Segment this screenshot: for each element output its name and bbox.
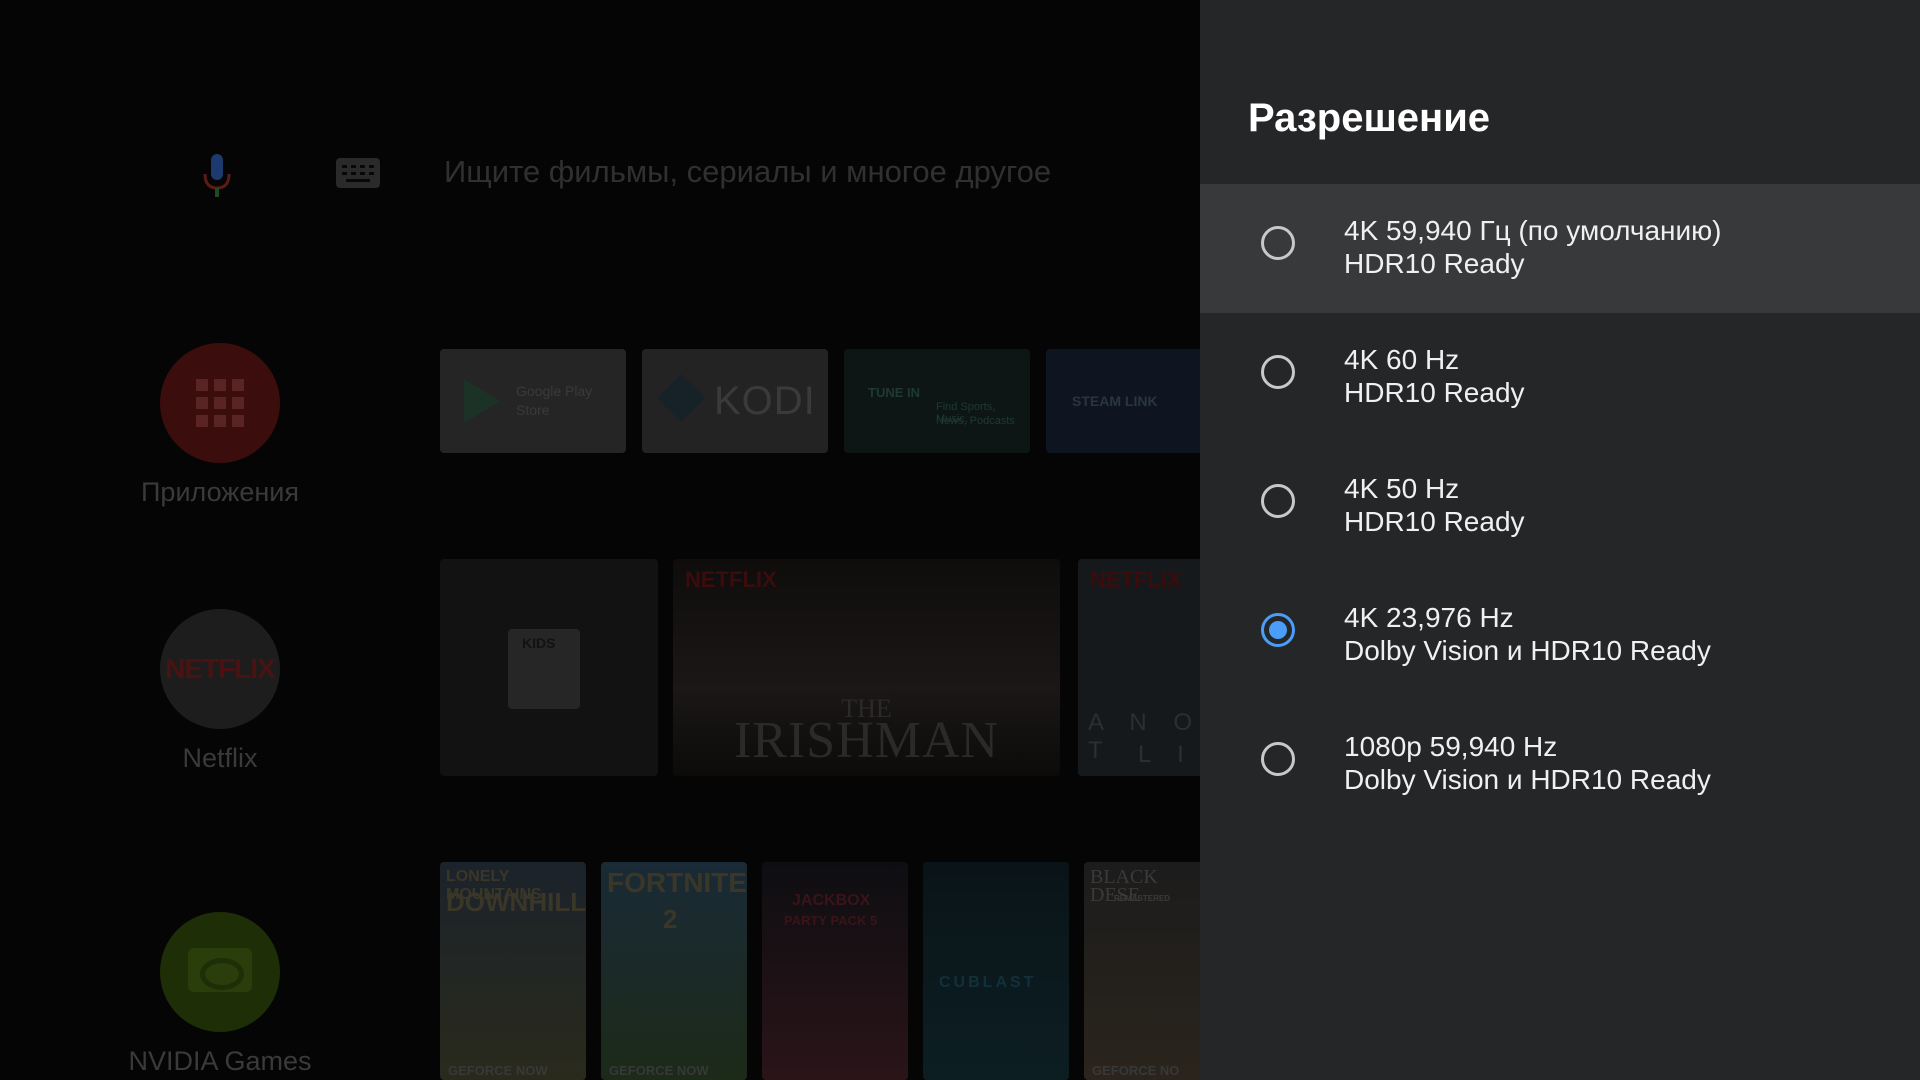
radio-button-icon[interactable] [1261, 613, 1295, 647]
option-primary-text: 4K 50 Hz [1344, 473, 1460, 504]
sidebar-item-label: NVIDIA Games [128, 1046, 312, 1076]
game-tile-black-desert[interactable]: BLACK DESE REMASTERED GEFORCE NO [1084, 862, 1200, 1080]
steam-logo-text: STEAM LINK [1072, 393, 1158, 409]
option-primary-text: 1080p 59,940 Hz [1344, 731, 1558, 762]
option-secondary-text: Dolby Vision и HDR10 Ready [1344, 635, 1711, 666]
nvidia-icon [160, 912, 280, 1032]
resolution-option[interactable]: 1080p 59,940 Hz Dolby Vision и HDR10 Rea… [1200, 700, 1920, 829]
option-secondary-text: HDR10 Ready [1344, 377, 1525, 408]
sidebar-item-label: Netflix [182, 743, 258, 773]
option-secondary-text: HDR10 Ready [1344, 248, 1525, 279]
option-secondary-text: HDR10 Ready [1344, 506, 1525, 537]
app-tile-steam-link[interactable]: STEAM LINK [1046, 349, 1200, 453]
netflix-logo-text: NETFLIX [165, 653, 276, 684]
movie-title: IRISHMAN [733, 712, 1000, 769]
geforce-now-badge: GEFORCE NOW [609, 1063, 709, 1078]
movie-tile-irishman[interactable]: NETFLIX THE IRISHMAN [673, 559, 1060, 776]
geforce-now-badge: GEFORCE NOW [448, 1063, 548, 1078]
microphone-icon[interactable] [202, 154, 232, 198]
resolution-option[interactable]: 4K 23,976 Hz Dolby Vision и HDR10 Ready [1200, 571, 1920, 700]
movie-title: L I [1138, 741, 1194, 768]
game-title: JACKBOX [792, 892, 871, 909]
resolution-settings-panel: Разрешение 4K 59,940 Гц (по умолчанию) H… [1200, 0, 1920, 1080]
option-secondary-text: Dolby Vision и HDR10 Ready [1344, 764, 1711, 795]
apps-grid-icon [160, 343, 280, 463]
tile-label: Google Play [516, 383, 593, 399]
game-tile-jackbox[interactable]: JACKBOX PARTY PACK 5 [762, 862, 908, 1080]
resolution-option[interactable]: 4K 60 Hz HDR10 Ready [1200, 313, 1920, 442]
radio-button-icon[interactable] [1261, 742, 1295, 776]
kodi-icon [656, 373, 706, 423]
resolution-option[interactable]: 4K 50 Hz HDR10 Ready [1200, 442, 1920, 571]
geforce-now-badge: GEFORCE NO [1092, 1063, 1180, 1078]
sidebar-item-label: Приложения [141, 477, 299, 507]
kids-icon: KIDS [508, 629, 580, 709]
game-title: FORTNITE [607, 867, 747, 898]
netflix-icon: NETFLIX [160, 609, 280, 729]
game-tile-cublast[interactable]: CUBLAST [923, 862, 1069, 1080]
launcher-background: Ищите фильмы, сериалы и многое другое Пр… [0, 0, 1200, 1080]
netflix-badge: NETFLIX [1090, 567, 1182, 592]
kodi-logo-text: KODI [714, 379, 816, 423]
app-tile-google-play[interactable]: Google Play Store [440, 349, 626, 453]
movie-tile-another-life[interactable]: NETFLIX A N O T L I [1078, 559, 1200, 776]
option-primary-text: 4K 59,940 Гц (по умолчанию) [1344, 215, 1722, 246]
search-row: Ищите фильмы, сериалы и многое другое [0, 140, 1200, 200]
game-tile-lonely-mountains[interactable]: LONELY MOUNTAINS DOWNHILL GEFORCE NOW [440, 862, 586, 1080]
keyboard-icon[interactable] [336, 158, 380, 188]
app-tile-tunein[interactable]: TUNE IN Find Sports, Music, News, Podcas… [844, 349, 1030, 453]
search-placeholder[interactable]: Ищите фильмы, сериалы и многое другое [444, 154, 1051, 190]
game-title: CUBLAST [939, 974, 1037, 991]
tile-label: Store [516, 402, 550, 418]
sidebar-item-apps[interactable]: Приложения [110, 343, 330, 508]
game-title: REMASTERED [1114, 894, 1171, 903]
resolution-options-list: 4K 59,940 Гц (по умолчанию) HDR10 Ready … [1200, 184, 1920, 829]
netflix-badge: NETFLIX [685, 567, 777, 592]
game-title: PARTY PACK 5 [784, 913, 878, 928]
play-store-icon [464, 379, 500, 423]
kids-badge: KIDS [522, 635, 556, 651]
radio-button-icon[interactable] [1261, 226, 1295, 260]
game-title: 2 [663, 904, 678, 934]
radio-button-icon[interactable] [1261, 484, 1295, 518]
tile-label: News, Podcasts [936, 415, 1015, 427]
sidebar-item-netflix[interactable]: NETFLIX Netflix [110, 609, 330, 774]
option-primary-text: 4K 60 Hz [1344, 344, 1460, 375]
game-title: DOWNHILL [446, 887, 586, 917]
sidebar-item-nvidia-games[interactable]: NVIDIA Games [110, 912, 330, 1077]
option-primary-text: 4K 23,976 Hz [1344, 602, 1514, 633]
resolution-option[interactable]: 4K 59,940 Гц (по умолчанию) HDR10 Ready [1200, 184, 1920, 313]
movie-tile-kids[interactable]: KIDS [440, 559, 658, 776]
tunein-logo-text: TUNE IN [868, 385, 920, 400]
panel-title: Разрешение [1248, 96, 1491, 140]
radio-button-icon[interactable] [1261, 355, 1295, 389]
game-tile-fortnite[interactable]: FORTNITE 2 GEFORCE NOW [601, 862, 747, 1080]
app-tile-kodi[interactable]: KODI [642, 349, 828, 453]
